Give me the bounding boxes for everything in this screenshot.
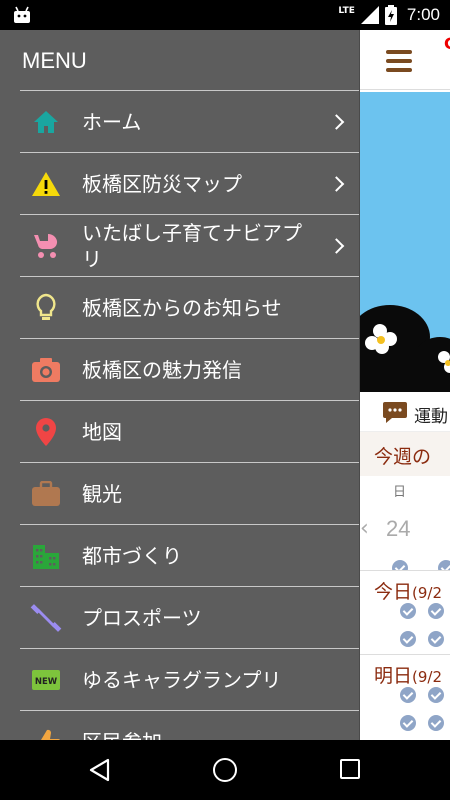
menu-item-urban-development[interactable]: 都市づくり — [20, 524, 359, 586]
menu-item-childcare-app[interactable]: いたばし子育てナビアプリ — [20, 214, 359, 276]
week-title: 今週の — [374, 446, 432, 468]
battery-charging-icon — [384, 5, 397, 25]
camera-icon — [30, 354, 62, 386]
check-circle-icon — [400, 603, 416, 619]
calendar-date[interactable]: 24 — [386, 516, 410, 542]
clock: 7:00 — [406, 5, 440, 24]
chevron-right-icon — [328, 175, 345, 192]
menu-item-label: プロスポーツ — [82, 605, 202, 630]
status-bar: LTE 7:00 — [0, 0, 450, 30]
activity-row[interactable]: 運動 — [360, 392, 450, 432]
home-button-icon[interactable] — [213, 758, 237, 782]
android-notification-icon — [14, 6, 30, 23]
chevron-right-icon — [328, 113, 345, 130]
header-banner-image — [360, 92, 450, 392]
home-icon — [30, 106, 62, 138]
system-navigation-bar — [0, 740, 450, 800]
app-toolbar: C — [360, 30, 450, 90]
tomorrow-section: 明日(9/2 — [360, 654, 450, 738]
menu-item-label: 板橋区からのお知らせ — [82, 295, 282, 320]
today-date: (9/2 — [412, 584, 443, 602]
menu-item-attractions[interactable]: 板橋区の魅力発信 — [20, 338, 359, 400]
check-circle-icon — [428, 687, 444, 703]
menu-item-label: ゆるキャラグランプリ — [82, 667, 282, 692]
check-circle-icon — [428, 603, 444, 619]
lightbulb-icon — [30, 292, 62, 324]
network-type: LTE — [338, 6, 355, 16]
tomorrow-label: 明日 — [374, 665, 413, 687]
flower-bush-illustration — [360, 305, 450, 392]
dumbbell-icon — [30, 602, 62, 634]
today-label: 今日 — [374, 581, 413, 603]
drawer-title: MENU — [22, 48, 87, 73]
menu-item-citizen-participation[interactable]: 区民参加 — [20, 710, 359, 741]
tomorrow-date: (9/2 — [412, 668, 443, 686]
activity-text: 運動 — [414, 407, 448, 427]
menu-item-label: 板橋区の魅力発信 — [82, 357, 242, 382]
svg-text:NEW: NEW — [35, 677, 58, 687]
menu-item-announcements[interactable]: 板橋区からのお知らせ — [20, 276, 359, 338]
menu-item-label: 都市づくり — [82, 543, 182, 568]
menu-item-label: ホーム — [82, 109, 142, 134]
menu-item-label: いたばし子育てナビアプリ — [82, 220, 302, 271]
check-circle-icon — [400, 715, 416, 731]
menu-item-tourism[interactable]: 観光 — [20, 462, 359, 524]
weekday-label: 日 — [393, 485, 407, 500]
briefcase-icon — [30, 478, 62, 510]
menu-item-label: 板橋区防災マップ — [82, 171, 242, 196]
stroller-icon — [30, 230, 62, 262]
previous-week-chevron-icon[interactable]: ‹ — [360, 516, 369, 541]
map-pin-icon — [30, 416, 62, 448]
hamburger-menu-icon[interactable] — [386, 50, 412, 72]
weekday-header: 日 — [360, 478, 450, 502]
menu-item-home[interactable]: ホーム — [20, 90, 359, 152]
check-circle-icon — [428, 715, 444, 731]
back-icon[interactable] — [88, 758, 112, 782]
today-section: 今日(9/2 — [360, 570, 450, 654]
navigation-drawer: MENU ホーム 板橋区防災マップ いたばし子育てナビアプリ 板橋区からのお知ら… — [0, 30, 360, 740]
check-circle-icon — [400, 631, 416, 647]
toolbar-partial-text: C — [444, 34, 450, 53]
check-circle-icon — [428, 631, 444, 647]
menu-item-label: 観光 — [82, 481, 122, 506]
warning-icon — [30, 168, 62, 200]
building-icon — [30, 540, 62, 572]
menu-item-mascot-grand-prix[interactable]: NEW ゆるキャラグランプリ — [20, 648, 359, 710]
chat-bubble-icon — [383, 402, 407, 423]
new-badge-icon: NEW — [30, 664, 62, 696]
drawer-menu: ホーム 板橋区防災マップ いたばし子育てナビアプリ 板橋区からのお知らせ 板橋区… — [20, 90, 359, 741]
signal-icon — [360, 6, 379, 24]
menu-item-label: 区民参加 — [82, 729, 320, 741]
thumbs-up-icon — [30, 726, 62, 740]
week-header: 今週の — [360, 432, 450, 476]
check-circle-icon — [400, 687, 416, 703]
menu-item-map[interactable]: 地図 — [20, 400, 359, 462]
recent-apps-icon[interactable] — [340, 759, 360, 779]
menu-item-disaster-map[interactable]: 板橋区防災マップ — [20, 152, 359, 214]
chevron-right-icon — [328, 237, 345, 254]
menu-item-pro-sports[interactable]: プロスポーツ — [20, 586, 359, 648]
menu-item-label: 地図 — [82, 419, 122, 444]
